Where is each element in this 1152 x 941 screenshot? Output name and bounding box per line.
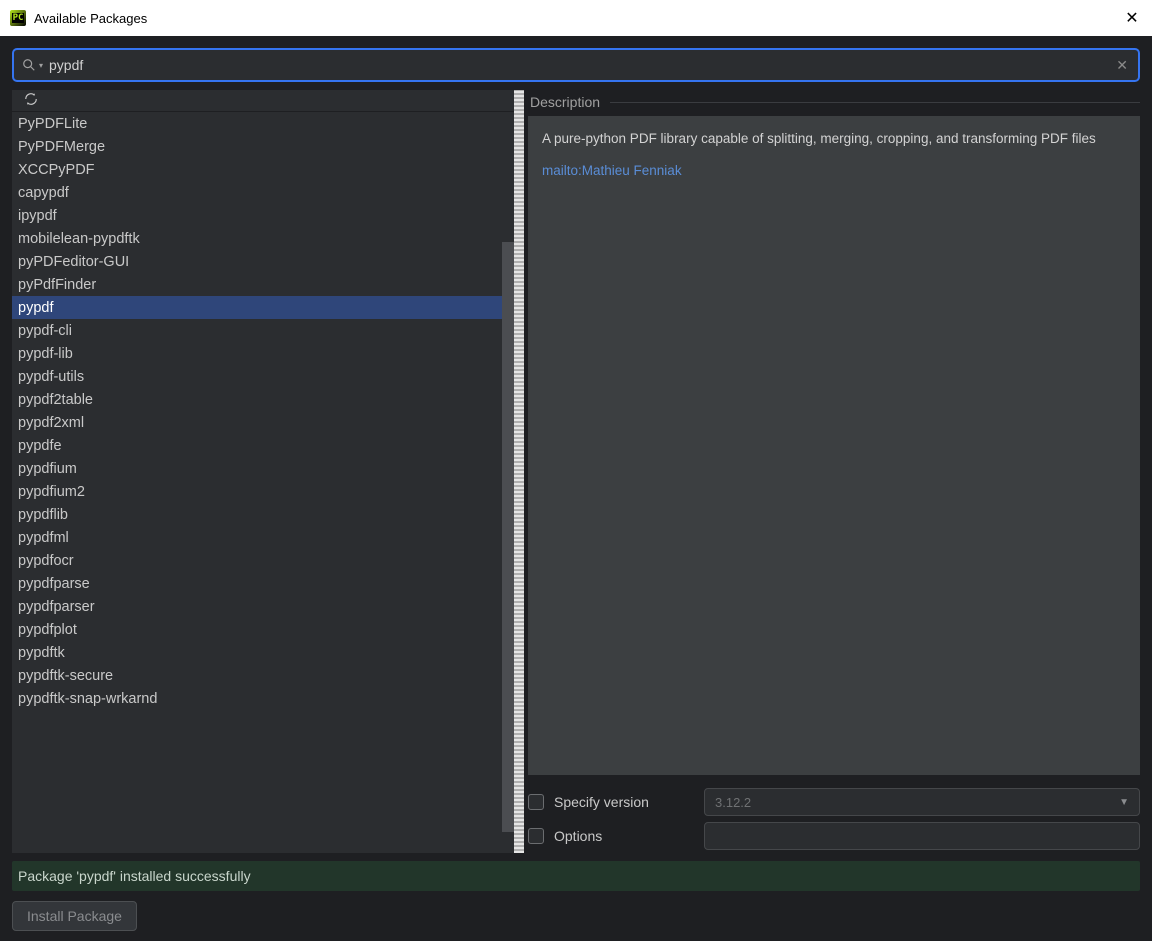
options-label: Options xyxy=(554,828,694,844)
list-item[interactable]: pypdfplot xyxy=(12,618,514,641)
search-options-chevron-icon[interactable]: ▾ xyxy=(39,61,43,70)
list-item[interactable]: pyPDFeditor-GUI xyxy=(12,250,514,273)
description-text: A pure-python PDF library capable of spl… xyxy=(542,130,1126,148)
list-item[interactable]: pypdfocr xyxy=(12,549,514,572)
package-list[interactable]: PyPDFLitePyPDFMergeXCCPyPDFcapypdfipypdf… xyxy=(12,112,514,853)
app-icon: PC xyxy=(10,10,26,26)
close-icon[interactable]: ✕ xyxy=(1122,8,1142,28)
list-item[interactable]: PyPDFLite xyxy=(12,112,514,135)
clear-search-icon[interactable]: ✕ xyxy=(1114,57,1130,74)
list-item[interactable]: PyPDFMerge xyxy=(12,135,514,158)
chevron-down-icon: ▼ xyxy=(1119,797,1129,808)
specify-version-label: Specify version xyxy=(554,794,694,810)
package-list-panel: PyPDFLitePyPDFMergeXCCPyPDFcapypdfipypdf… xyxy=(12,90,514,853)
window-title: Available Packages xyxy=(34,11,1122,26)
bottom-actions: Install Package xyxy=(12,901,1140,931)
list-item[interactable]: pypdf-cli xyxy=(12,319,514,342)
install-package-button[interactable]: Install Package xyxy=(12,901,137,931)
list-item[interactable]: pypdfium2 xyxy=(12,480,514,503)
status-text: Package 'pypdf' installed successfully xyxy=(18,868,251,884)
list-item[interactable]: pypdf-lib xyxy=(12,342,514,365)
scrollbar-thumb[interactable] xyxy=(502,242,514,832)
list-item[interactable]: pyPdfFinder xyxy=(12,273,514,296)
search-field[interactable]: ▾ ✕ xyxy=(12,48,1140,82)
reload-icon[interactable] xyxy=(24,92,38,109)
list-item[interactable]: pypdftk-snap-wrkarnd xyxy=(12,687,514,710)
description-heading: Description xyxy=(530,94,600,110)
list-item[interactable]: pypdfium xyxy=(12,457,514,480)
list-item[interactable]: pypdftk xyxy=(12,641,514,664)
search-icon xyxy=(22,58,36,72)
list-item[interactable]: pypdf-utils xyxy=(12,365,514,388)
list-item[interactable]: pypdfparse xyxy=(12,572,514,595)
list-item[interactable]: mobilelean-pypdftk xyxy=(12,227,514,250)
specify-version-row: Specify version 3.12.2 ▼ xyxy=(528,785,1140,819)
titlebar: PC Available Packages ✕ xyxy=(0,0,1152,36)
list-item[interactable]: capypdf xyxy=(12,181,514,204)
list-item[interactable]: ipypdf xyxy=(12,204,514,227)
version-select-value: 3.12.2 xyxy=(715,795,751,810)
description-box: A pure-python PDF library capable of spl… xyxy=(528,116,1140,775)
options-checkbox[interactable] xyxy=(528,828,544,844)
options-input[interactable] xyxy=(704,822,1140,850)
options-row: Options xyxy=(528,819,1140,853)
specify-version-checkbox[interactable] xyxy=(528,794,544,810)
splitter-handle[interactable] xyxy=(514,90,524,853)
list-item[interactable]: pypdftk-secure xyxy=(12,664,514,687)
list-item[interactable]: pypdfparser xyxy=(12,595,514,618)
details-panel: Description A pure-python PDF library ca… xyxy=(524,90,1140,853)
list-item[interactable]: pypdf2table xyxy=(12,388,514,411)
status-bar: Package 'pypdf' installed successfully xyxy=(12,861,1140,891)
list-item[interactable]: XCCPyPDF xyxy=(12,158,514,181)
version-select[interactable]: 3.12.2 ▼ xyxy=(704,788,1140,816)
search-input[interactable] xyxy=(49,57,1114,73)
author-mailto-link[interactable]: mailto:Mathieu Fenniak xyxy=(542,162,682,180)
divider xyxy=(610,102,1140,103)
list-item[interactable]: pypdf2xml xyxy=(12,411,514,434)
list-item[interactable]: pypdf xyxy=(12,296,514,319)
list-item[interactable]: pypdfml xyxy=(12,526,514,549)
description-heading-row: Description xyxy=(528,90,1140,116)
list-item[interactable]: pypdfe xyxy=(12,434,514,457)
dialog-body: ▾ ✕ PyPDFLitePyPDFMergeXCCPyPDFcapypdfip… xyxy=(0,36,1152,941)
list-item[interactable]: pypdflib xyxy=(12,503,514,526)
